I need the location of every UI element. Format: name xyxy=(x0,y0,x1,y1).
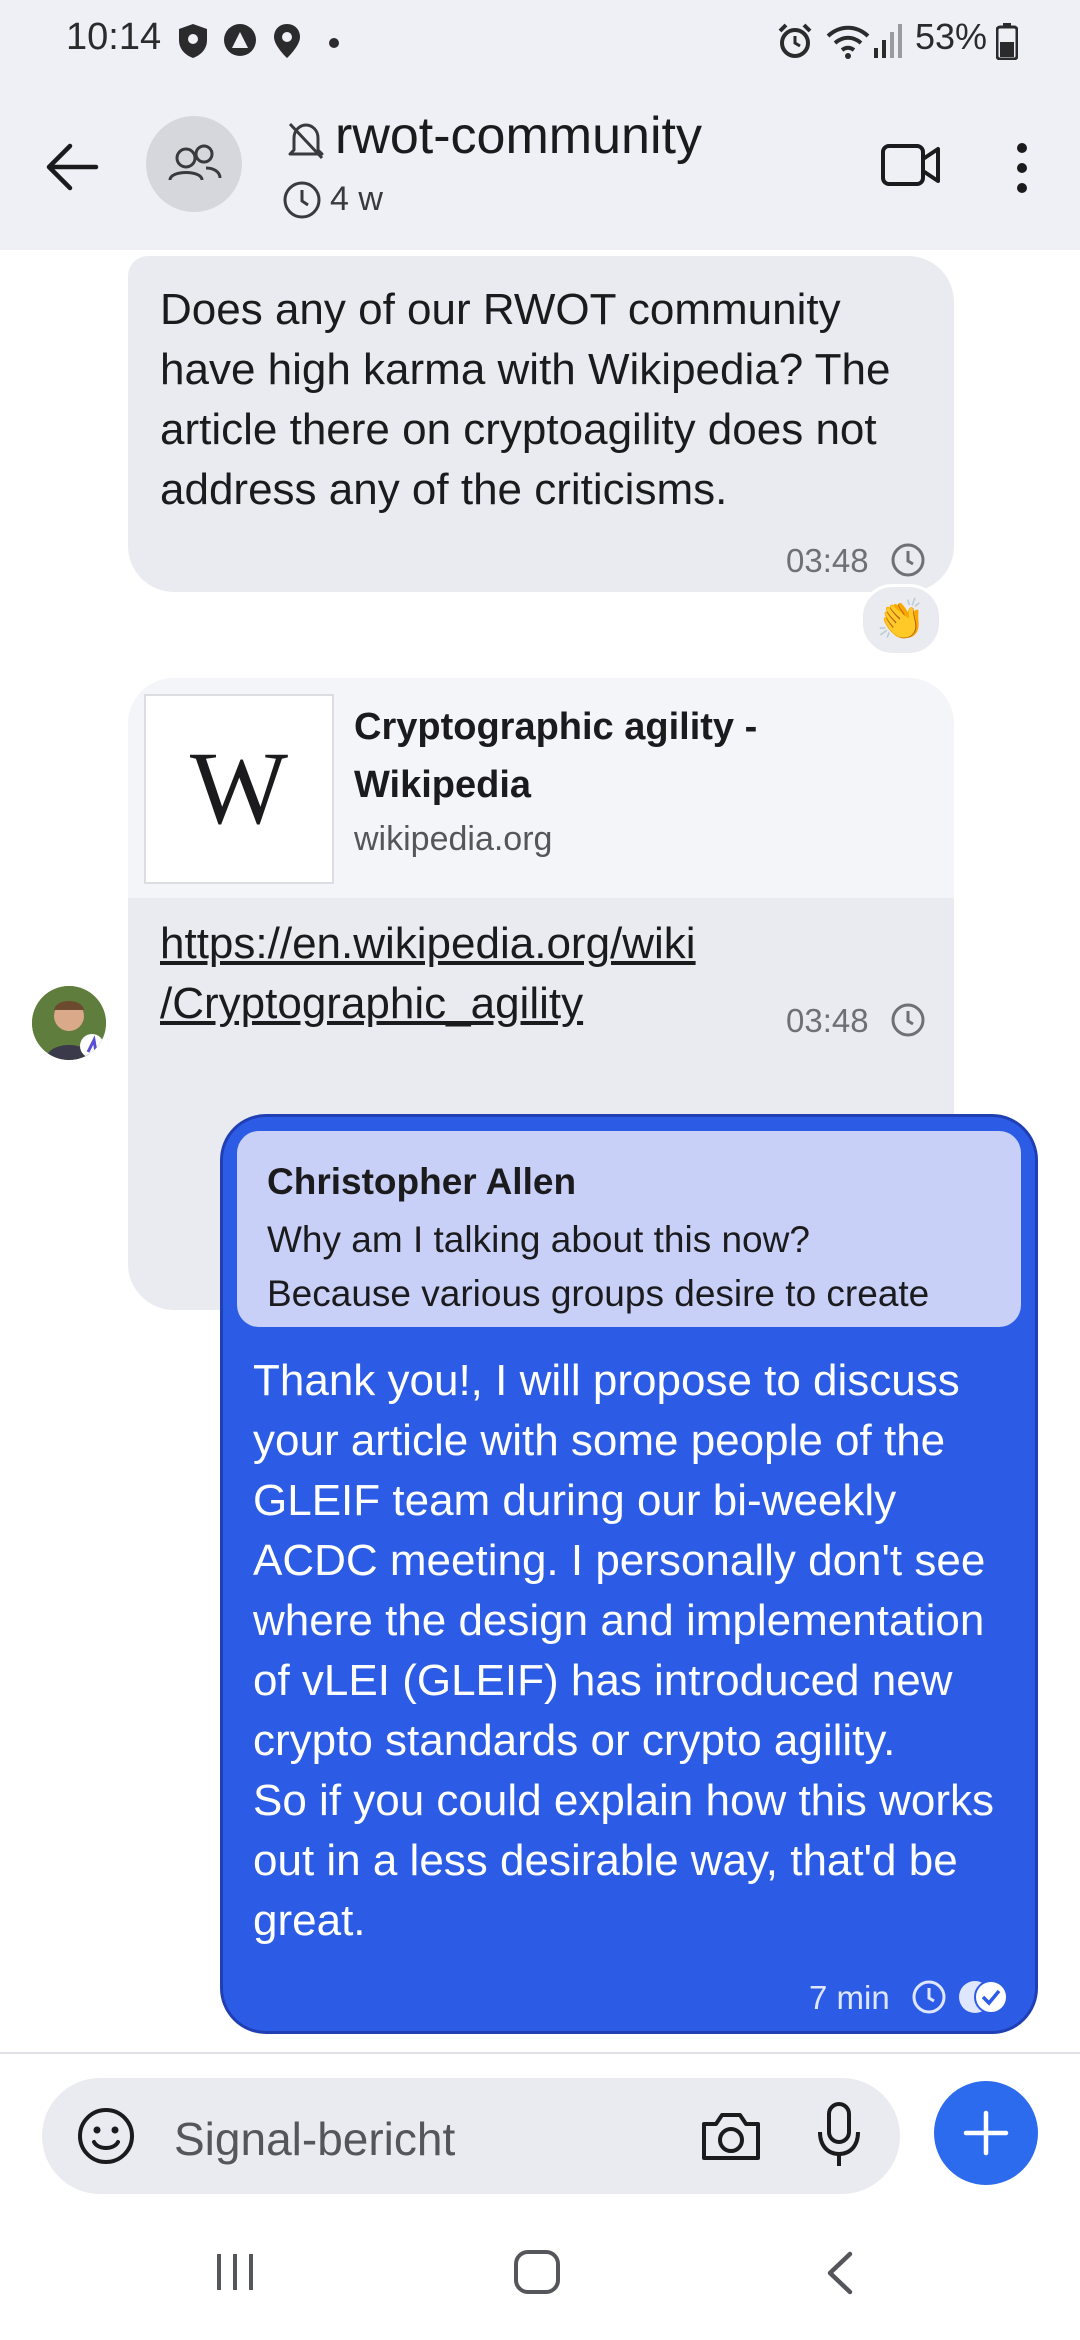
link-thumbnail: W xyxy=(144,694,334,884)
incoming-message[interactable]: Does any of our RWOT community have high… xyxy=(128,256,954,592)
microphone-icon[interactable] xyxy=(814,2100,864,2175)
wifi-icon xyxy=(826,22,870,65)
message-time: 03:48 xyxy=(786,542,869,579)
message-input[interactable] xyxy=(42,2078,900,2194)
group-icon xyxy=(168,144,222,181)
link-url-line-1: https://en.wikipedia.org/wiki xyxy=(160,919,696,968)
dot-icon xyxy=(328,36,340,54)
group-avatar[interactable] xyxy=(146,116,242,212)
disappearing-timer-label: 4 w xyxy=(330,180,383,218)
more-options-icon[interactable] xyxy=(1012,140,1032,201)
timer-icon xyxy=(890,1002,926,1043)
message-time: 03:48 xyxy=(786,1002,869,1039)
link-preview[interactable]: W Cryptographic agility - Wikipedia wiki… xyxy=(128,678,954,898)
timer-icon xyxy=(890,542,926,583)
muted-bell-icon xyxy=(284,118,328,167)
conversation-header: rwot-community 4 w xyxy=(0,84,1080,250)
quote-author: Christopher Allen xyxy=(267,1161,577,1202)
location-icon xyxy=(272,22,302,65)
camera-icon[interactable] xyxy=(700,2108,762,2169)
alarm-icon xyxy=(776,22,814,65)
back-arrow-icon[interactable] xyxy=(44,142,100,197)
composer-divider xyxy=(0,2052,1080,2054)
shield-icon xyxy=(176,22,210,65)
read-receipt-icon xyxy=(957,1979,1009,2020)
outgoing-message[interactable]: Christopher Allen Why am I talking about… xyxy=(220,1114,1038,2034)
message-text: Thank you!, I will propose to discuss yo… xyxy=(253,1356,995,1945)
chat-title[interactable]: rwot-community xyxy=(335,106,702,166)
signal-icon xyxy=(872,22,902,65)
wikipedia-logo: W xyxy=(189,731,289,846)
status-bar: 10:14 53% xyxy=(0,0,1080,84)
emoji-icon[interactable] xyxy=(76,2106,136,2171)
message-time: 7 min xyxy=(809,1979,890,2016)
home-icon[interactable] xyxy=(512,2248,562,2301)
assistant-icon xyxy=(222,22,258,63)
reaction-badge[interactable]: 👏 xyxy=(860,584,942,656)
recent-apps-icon[interactable] xyxy=(214,2252,256,2297)
link-url-line-2: /Cryptographic_agility xyxy=(160,979,584,1028)
quoted-message[interactable]: Christopher Allen Why am I talking about… xyxy=(237,1131,1021,1327)
system-navigation-bar xyxy=(0,2200,1080,2340)
battery-icon xyxy=(995,22,1019,65)
quote-line-1: Why am I talking about this now? xyxy=(267,1219,810,1260)
timer-icon xyxy=(282,180,322,225)
video-call-icon[interactable] xyxy=(880,140,942,195)
message-text: Does any of our RWOT community have high… xyxy=(160,285,891,514)
add-attachment-button[interactable] xyxy=(934,2081,1038,2185)
message-list[interactable]: Does any of our RWOT community have high… xyxy=(0,250,1080,2052)
system-back-icon[interactable] xyxy=(824,2250,856,2301)
status-time: 10:14 xyxy=(66,16,162,58)
timer-icon xyxy=(911,1979,947,2020)
sender-avatar[interactable] xyxy=(32,986,106,1060)
message-input-placeholder: Signal-bericht xyxy=(174,2113,456,2165)
quote-line-2: Because various groups desire to create xyxy=(267,1273,930,1314)
battery-percent: 53% xyxy=(915,16,988,57)
link-title: Cryptographic agility - Wikipedia xyxy=(354,706,758,806)
message-link[interactable]: https://en.wikipedia.org/wiki /Cryptogra… xyxy=(160,914,696,1034)
plus-icon xyxy=(963,2110,1009,2156)
link-domain: wikipedia.org xyxy=(354,820,553,858)
